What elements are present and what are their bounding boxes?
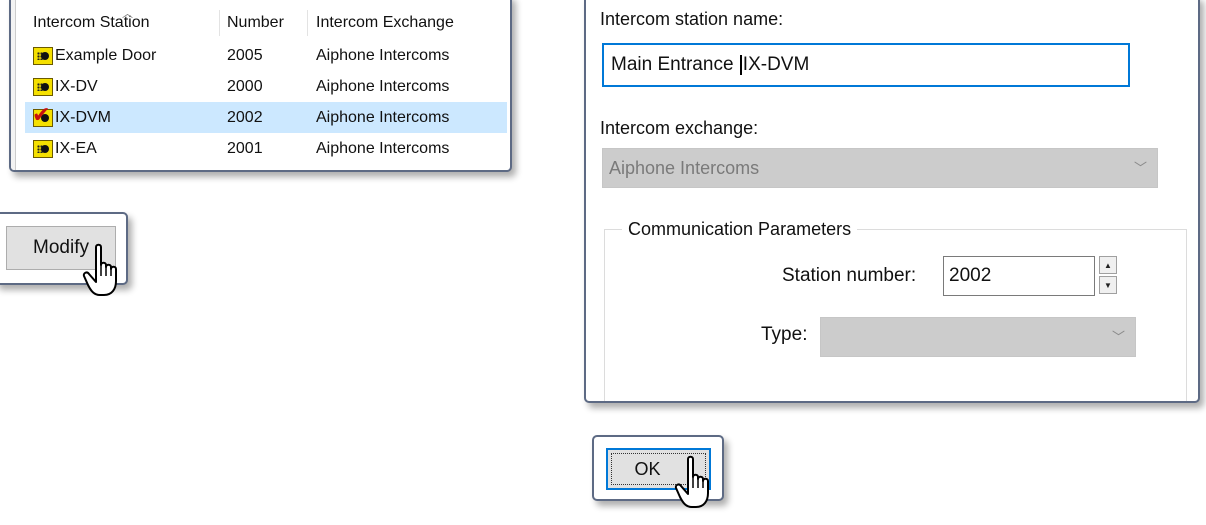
column-header-label: Intercom Exchange: [316, 14, 454, 31]
list-scrollbar[interactable]: [11, 0, 16, 170]
intercom-station-icon: [33, 77, 53, 96]
station-name-label: Intercom station name:: [600, 9, 784, 29]
intercom-exchange-value: Aiphone Intercoms: [609, 157, 760, 178]
station-number: 2001: [227, 139, 263, 157]
communication-parameters-legend: Communication Parameters: [622, 219, 858, 240]
station-properties-dialog-callout: Intercom station name: Main Entrance IX-…: [584, 0, 1200, 403]
type-select: ﹀: [820, 317, 1136, 357]
intercom-exchange-label: Intercom exchange:: [600, 118, 759, 138]
table-row[interactable]: IX-EA 2001 Aiphone Intercoms: [25, 133, 507, 164]
table-row[interactable]: Example Door 2005 Aiphone Intercoms: [25, 40, 507, 71]
table-row[interactable]: IX-DV 2000 Aiphone Intercoms: [25, 71, 507, 102]
station-exchange: Aiphone Intercoms: [316, 46, 450, 64]
spin-up-icon[interactable]: ▲: [1099, 256, 1117, 274]
station-name-text-before: Main Entrance: [611, 54, 739, 75]
station-number-spinner[interactable]: ▲ ▼: [1099, 256, 1117, 294]
chevron-down-icon: ﹀: [1133, 160, 1147, 176]
intercom-station-icon: [33, 46, 53, 65]
station-number: 2000: [227, 77, 263, 95]
station-list-view: ︿ Intercom Station Number Intercom Excha…: [25, 0, 507, 170]
spin-down-icon[interactable]: ▼: [1099, 276, 1117, 294]
station-exchange: Aiphone Intercoms: [316, 77, 450, 95]
column-header-intercom-station[interactable]: ︿ Intercom Station: [25, 6, 220, 40]
station-name: IX-DVM: [55, 108, 111, 126]
station-exchange: Aiphone Intercoms: [316, 139, 450, 157]
station-list-callout: ︿ Intercom Station Number Intercom Excha…: [9, 0, 512, 172]
hand-pointer-cursor-icon: [82, 243, 117, 296]
table-row-selected[interactable]: ✔ IX-DVM 2002 Aiphone Intercoms: [25, 102, 507, 133]
station-exchange: Aiphone Intercoms: [316, 108, 450, 126]
station-number-value: 2002: [949, 265, 992, 286]
station-number: 2002: [227, 108, 263, 126]
text-cursor: [739, 55, 742, 75]
station-name-input[interactable]: Main Entrance IX-DVM: [602, 43, 1130, 87]
list-header: ︿ Intercom Station Number Intercom Excha…: [25, 0, 507, 40]
intercom-station-checked-icon: ✔: [32, 103, 53, 127]
station-number: 2005: [227, 46, 263, 64]
station-number-label: Station number:: [782, 265, 917, 286]
column-header-label: Number: [227, 14, 284, 31]
station-name: IX-EA: [55, 139, 97, 157]
station-name: Example Door: [55, 46, 157, 64]
intercom-exchange-select: Aiphone Intercoms ﹀: [602, 148, 1158, 188]
station-name: IX-DV: [55, 77, 98, 95]
chevron-down-icon: ﹀: [1111, 329, 1125, 345]
station-number-input[interactable]: 2002: [943, 256, 1095, 296]
station-name-text-after: IX-DVM: [742, 54, 810, 75]
sort-ascending-icon: ︿: [122, 8, 133, 20]
hand-pointer-cursor-icon: [674, 455, 709, 508]
column-header-intercom-exchange[interactable]: Intercom Exchange: [308, 6, 507, 40]
column-header-number[interactable]: Number: [220, 6, 308, 40]
type-label: Type:: [761, 324, 808, 345]
intercom-station-icon: [33, 139, 53, 158]
